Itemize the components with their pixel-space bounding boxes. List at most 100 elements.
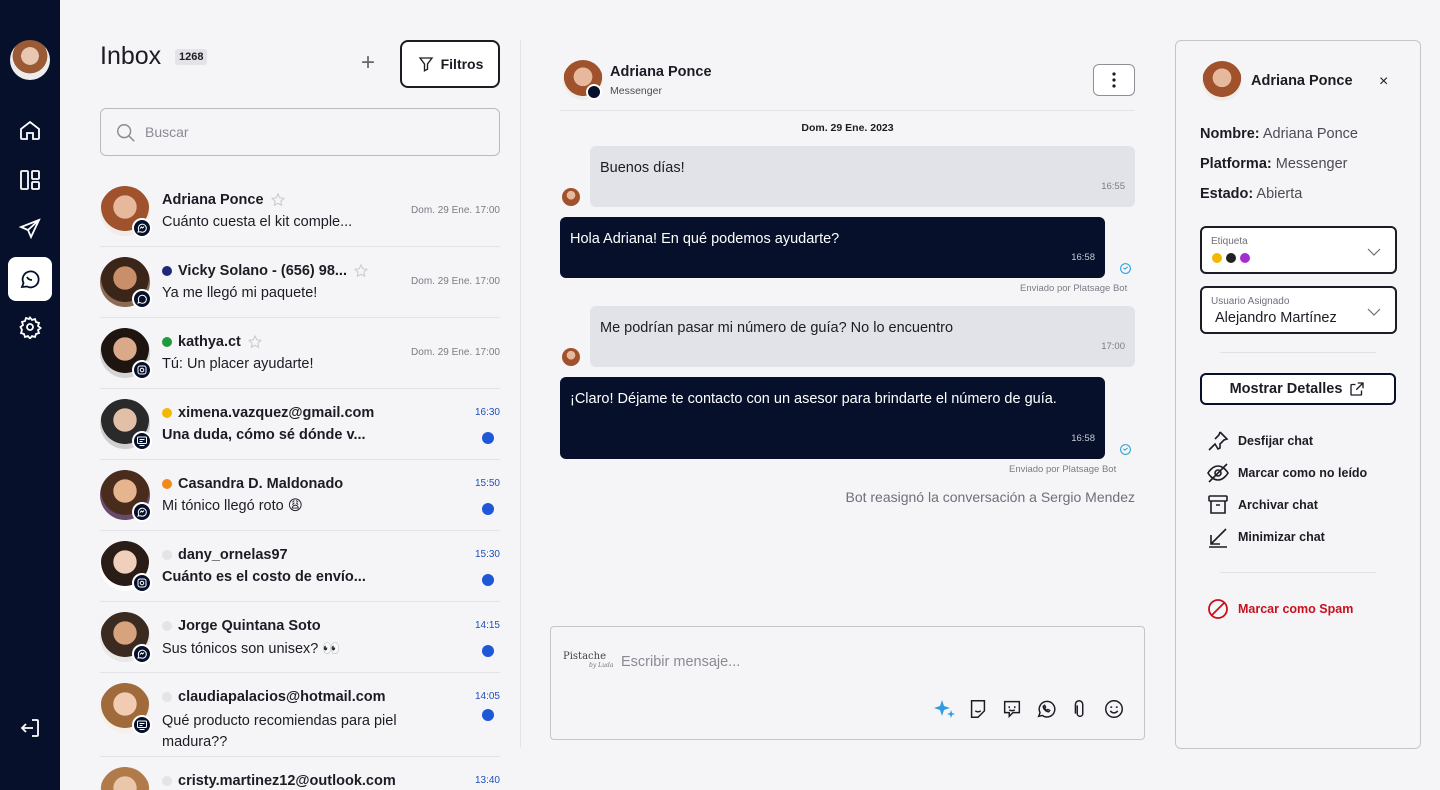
mark-unread-action[interactable]: Marcar como no leído	[1206, 461, 1367, 485]
settings-icon[interactable]	[8, 305, 52, 349]
conversation-item[interactable]: cristy.martinez12@outlook.com 13:40	[100, 757, 500, 790]
unread-indicator	[482, 645, 494, 657]
conversation-item[interactable]: ximena.vazquez@gmail.com Una duda, cómo s…	[100, 389, 500, 460]
conversation-time: Dom. 29 Ene. 17:00	[411, 347, 500, 358]
conversation-preview: Cuánto es el costo de envío...	[162, 569, 366, 585]
composer-toolbar	[932, 697, 1126, 721]
add-conversation-button[interactable]: +	[356, 51, 380, 76]
message-time: 16:58	[1071, 252, 1095, 263]
close-icon[interactable]: ×	[1379, 73, 1388, 91]
conversation-item[interactable]: Vicky Solano - (656) 98... Ya me llegó mi…	[100, 247, 500, 318]
nav-rail	[0, 0, 60, 790]
message-composer: Pistache by Luda	[550, 626, 1145, 740]
show-details-label: Mostrar Detalles	[1229, 381, 1343, 397]
conversation-name-text: Adriana Ponce	[162, 192, 264, 208]
conversation-time: 16:30	[474, 407, 500, 418]
conversation-name: dany_ornelas97	[162, 547, 288, 563]
messenger-badge-icon	[586, 84, 602, 100]
tag-select[interactable]: Etiqueta	[1200, 226, 1397, 274]
message-time: 16:55	[1101, 181, 1125, 192]
chevron-down-icon	[1367, 248, 1381, 256]
minimize-icon	[1209, 528, 1227, 548]
conversation-item[interactable]: claudiapalacios@hotmail.com Qué producto …	[100, 673, 500, 757]
chat-contact-name: Adriana Ponce	[610, 64, 712, 80]
tag-color-dot	[1212, 253, 1222, 263]
messenger-icon	[132, 644, 152, 664]
search-box[interactable]	[100, 108, 500, 156]
filter-icon	[418, 57, 433, 72]
quick-reply-icon[interactable]	[1000, 697, 1024, 721]
conversation-list: Adriana Ponce Cuánto cuesta el kit comple…	[100, 176, 500, 790]
conversation-name-text: kathya.ct	[178, 334, 241, 350]
conversation-name-text: Jorge Quintana Soto	[178, 618, 321, 634]
layout-icon[interactable]	[8, 158, 52, 202]
whatsapp-icon[interactable]	[1034, 697, 1058, 721]
home-icon[interactable]	[8, 108, 52, 152]
conversation-name-text: cristy.martinez12@outlook.com	[178, 773, 396, 789]
nombre-label: Nombre:	[1200, 126, 1260, 142]
star-icon[interactable]	[353, 263, 369, 279]
status-dot	[162, 266, 172, 276]
instagram-icon	[132, 573, 152, 593]
conversation-preview: Cuánto cuesta el kit comple...	[162, 214, 353, 230]
conversation-name: claudiapalacios@hotmail.com	[162, 689, 386, 705]
contact-panel: Adriana Ponce × Nombre: Adriana Ponce Pl…	[1175, 40, 1421, 749]
message-text: Hola Adriana! En qué podemos ayudarte?	[570, 231, 840, 247]
message-input[interactable]	[621, 647, 1121, 677]
message-time: 16:58	[1071, 433, 1095, 444]
message-text: Me podrían pasar mi número de guía? No l…	[600, 320, 954, 336]
minimize-chat-action[interactable]: Minimizar chat	[1206, 525, 1325, 549]
status-dot	[162, 479, 172, 489]
sticker-icon[interactable]	[966, 697, 990, 721]
attach-icon[interactable]	[1068, 697, 1092, 721]
unpin-chat-action[interactable]: Desfijar chat	[1206, 429, 1313, 453]
more-options-button[interactable]	[1093, 64, 1135, 96]
unread-indicator	[482, 432, 494, 444]
user-avatar[interactable]	[10, 40, 50, 80]
emoji-icon[interactable]	[1102, 697, 1126, 721]
logout-icon[interactable]	[8, 706, 52, 750]
message-outgoing: ¡Claro! Déjame te contacto con un asesor…	[560, 377, 1105, 459]
filter-label: Filtros	[440, 56, 484, 72]
pin-icon	[1208, 431, 1229, 451]
conversation-time: 14:05	[474, 691, 500, 702]
conversation-item[interactable]: Jorge Quintana Soto Sus tónicos son unise…	[100, 602, 500, 673]
star-icon[interactable]	[247, 334, 263, 350]
sparkle-icon[interactable]	[932, 697, 956, 721]
conversation-item[interactable]: Casandra D. Maldonado Mi tónico llegó rot…	[100, 460, 500, 531]
assigned-user-select[interactable]: Usuario Asignado Alejandro Martínez	[1200, 286, 1397, 334]
brand-logo: Pistache by Luda	[563, 651, 613, 669]
inbox-title: Inbox	[100, 42, 162, 70]
conversation-time: Dom. 29 Ene. 17:00	[411, 276, 500, 287]
unpin-chat-label: Desfijar chat	[1238, 434, 1314, 448]
tag-dots	[1212, 253, 1250, 263]
conversation-preview: Ya me llegó mi paquete!	[162, 285, 318, 301]
tag-select-label: Etiqueta	[1211, 236, 1248, 247]
conversation-name: ximena.vazquez@gmail.com	[162, 405, 374, 421]
external-link-icon	[1350, 382, 1365, 396]
archive-chat-action[interactable]: Archivar chat	[1206, 493, 1318, 517]
estado-label: Estado:	[1200, 186, 1254, 202]
conversation-item[interactable]: kathya.ct Tú: Un placer ayudarte! Dom. 29 …	[100, 318, 500, 389]
unread-indicator	[482, 709, 494, 721]
conversation-item[interactable]: dany_ornelas97 Cuánto es el costo de enví…	[100, 531, 500, 602]
star-icon[interactable]	[270, 192, 286, 208]
show-details-button[interactable]: Mostrar Detalles	[1200, 373, 1396, 405]
conversation-item[interactable]: Adriana Ponce Cuánto cuesta el kit comple…	[100, 176, 500, 247]
webchat-icon	[132, 715, 152, 735]
sent-by-label: Enviado por Platsage Bot	[1020, 283, 1128, 294]
send-icon[interactable]	[8, 207, 52, 251]
sender-avatar	[562, 348, 580, 366]
archive-icon	[1208, 495, 1228, 514]
conversation-name-text: Vicky Solano - (656) 98...	[178, 263, 347, 279]
conversation-time: 15:50	[474, 478, 500, 489]
contact-avatar	[1202, 61, 1242, 101]
search-input[interactable]	[145, 109, 485, 155]
filter-button[interactable]: Filtros	[400, 40, 500, 88]
chat-icon[interactable]	[8, 257, 52, 301]
conversation-preview: Tú: Un placer ayudarte!	[162, 356, 314, 372]
status-dot	[162, 776, 172, 786]
mark-spam-action[interactable]: Marcar como Spam	[1206, 597, 1353, 621]
contact-name: Adriana Ponce	[1251, 73, 1353, 89]
conversation-name: Jorge Quintana Soto	[162, 618, 321, 634]
